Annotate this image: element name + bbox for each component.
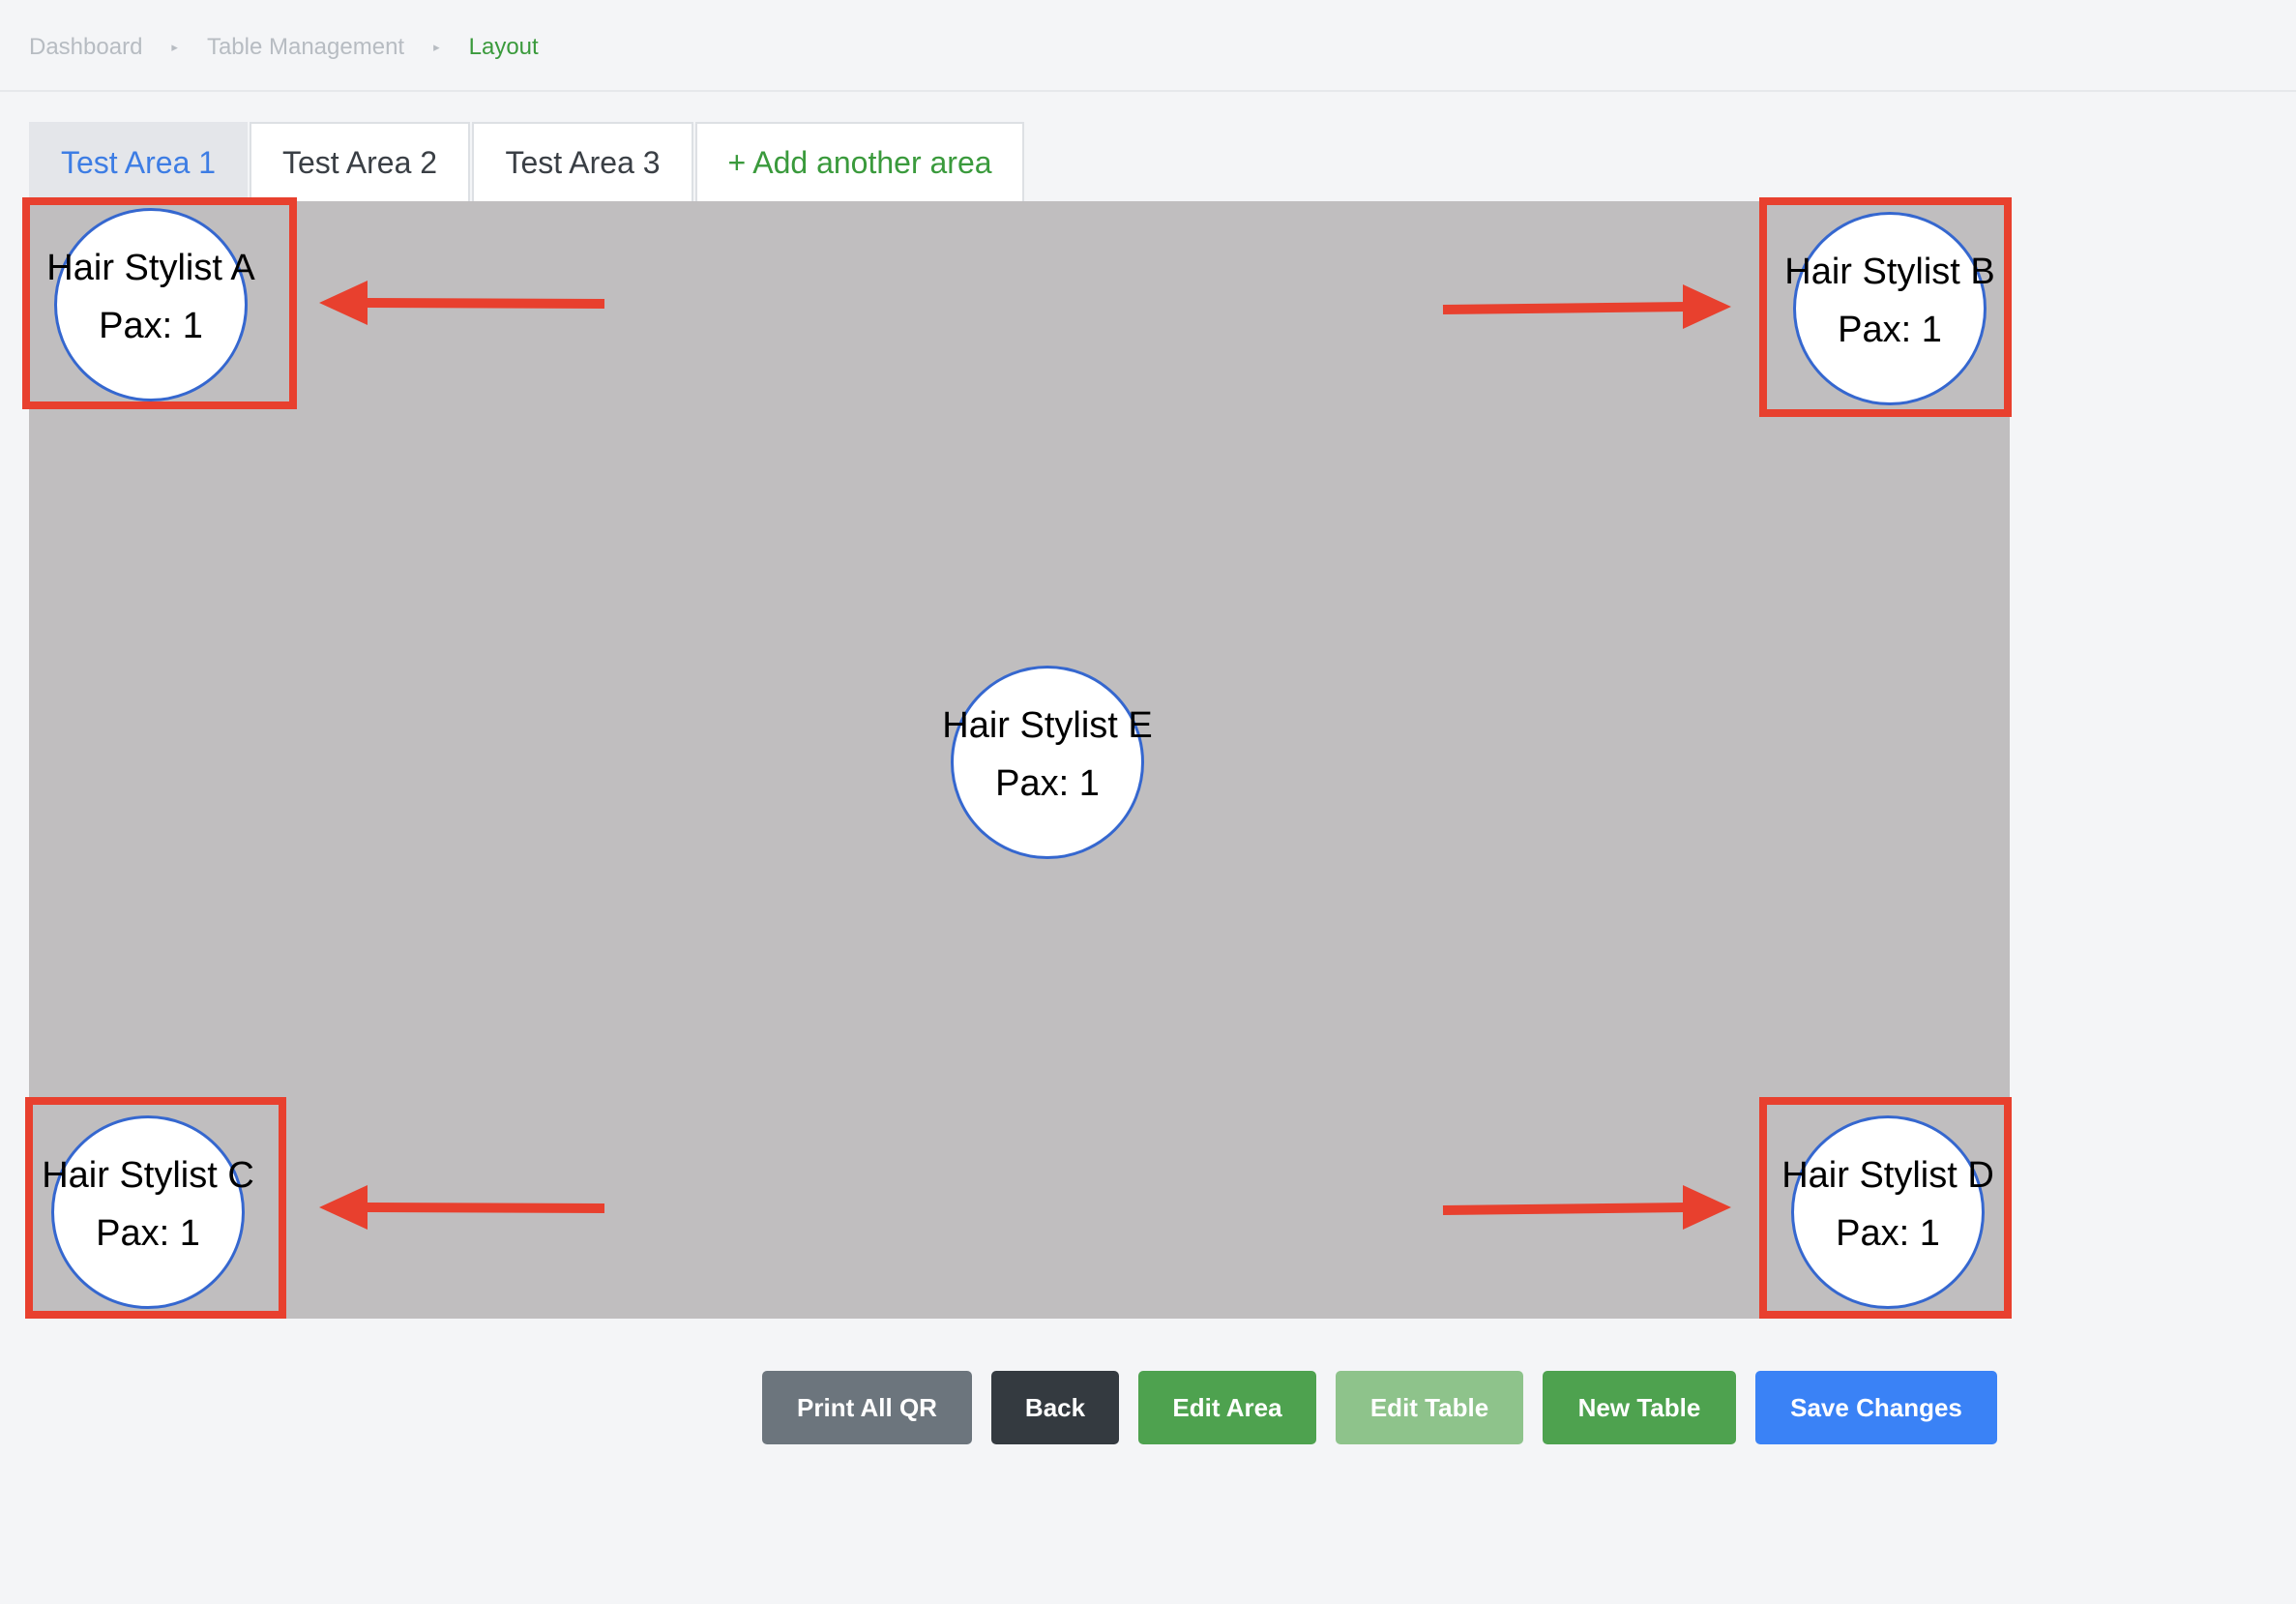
add-area-tab[interactable]: + Add another area: [695, 122, 1024, 201]
table-hair-stylist-c[interactable]: Hair Stylist C Pax: 1: [42, 1115, 254, 1309]
table-hair-stylist-d[interactable]: Hair Stylist D Pax: 1: [1781, 1115, 1994, 1309]
table-pax: Pax: 1: [1838, 310, 1942, 350]
breadcrumb-layout: Layout: [468, 34, 539, 60]
breadcrumb-separator-icon: ▸: [433, 40, 440, 54]
tab-test-area-3[interactable]: Test Area 3: [472, 122, 693, 201]
table-pax: Pax: 1: [99, 306, 203, 346]
table-name: Hair Stylist B: [1784, 252, 1995, 292]
breadcrumb-table-management[interactable]: Table Management: [207, 34, 404, 61]
table-pax: Pax: 1: [1836, 1213, 1940, 1254]
area-tabs: Test Area 1 Test Area 2 Test Area 3 + Ad…: [29, 122, 1026, 201]
table-hair-stylist-a[interactable]: Hair Stylist A Pax: 1: [46, 208, 255, 401]
table-hair-stylist-b[interactable]: Hair Stylist B Pax: 1: [1784, 212, 1995, 405]
tab-test-area-2[interactable]: Test Area 2: [250, 122, 470, 201]
print-all-qr-button[interactable]: Print All QR: [762, 1371, 972, 1444]
breadcrumb-dashboard[interactable]: Dashboard: [29, 34, 142, 61]
edit-area-button[interactable]: Edit Area: [1138, 1371, 1316, 1444]
action-bar: Print All QR Back Edit Area Edit Table N…: [762, 1371, 1997, 1444]
table-pax: Pax: 1: [995, 763, 1100, 804]
save-changes-button[interactable]: Save Changes: [1755, 1371, 1997, 1444]
back-button[interactable]: Back: [991, 1371, 1119, 1444]
tab-test-area-1[interactable]: Test Area 1: [29, 122, 248, 201]
top-bar: Dashboard ▸ Table Management ▸ Layout: [0, 0, 2296, 92]
new-table-button[interactable]: New Table: [1543, 1371, 1736, 1444]
table-pax: Pax: 1: [96, 1213, 200, 1254]
breadcrumb-separator-icon: ▸: [171, 40, 178, 54]
edit-table-button[interactable]: Edit Table: [1336, 1371, 1523, 1444]
table-name: Hair Stylist A: [46, 248, 255, 288]
table-name: Hair Stylist E: [942, 705, 1153, 746]
breadcrumb: Dashboard ▸ Table Management ▸ Layout: [29, 33, 539, 62]
table-name: Hair Stylist D: [1781, 1155, 1994, 1196]
table-hair-stylist-e[interactable]: Hair Stylist E Pax: 1: [942, 666, 1153, 859]
table-name: Hair Stylist C: [42, 1155, 254, 1196]
layout-canvas[interactable]: Hair Stylist A Pax: 1 Hair Stylist B Pax…: [29, 201, 2010, 1319]
